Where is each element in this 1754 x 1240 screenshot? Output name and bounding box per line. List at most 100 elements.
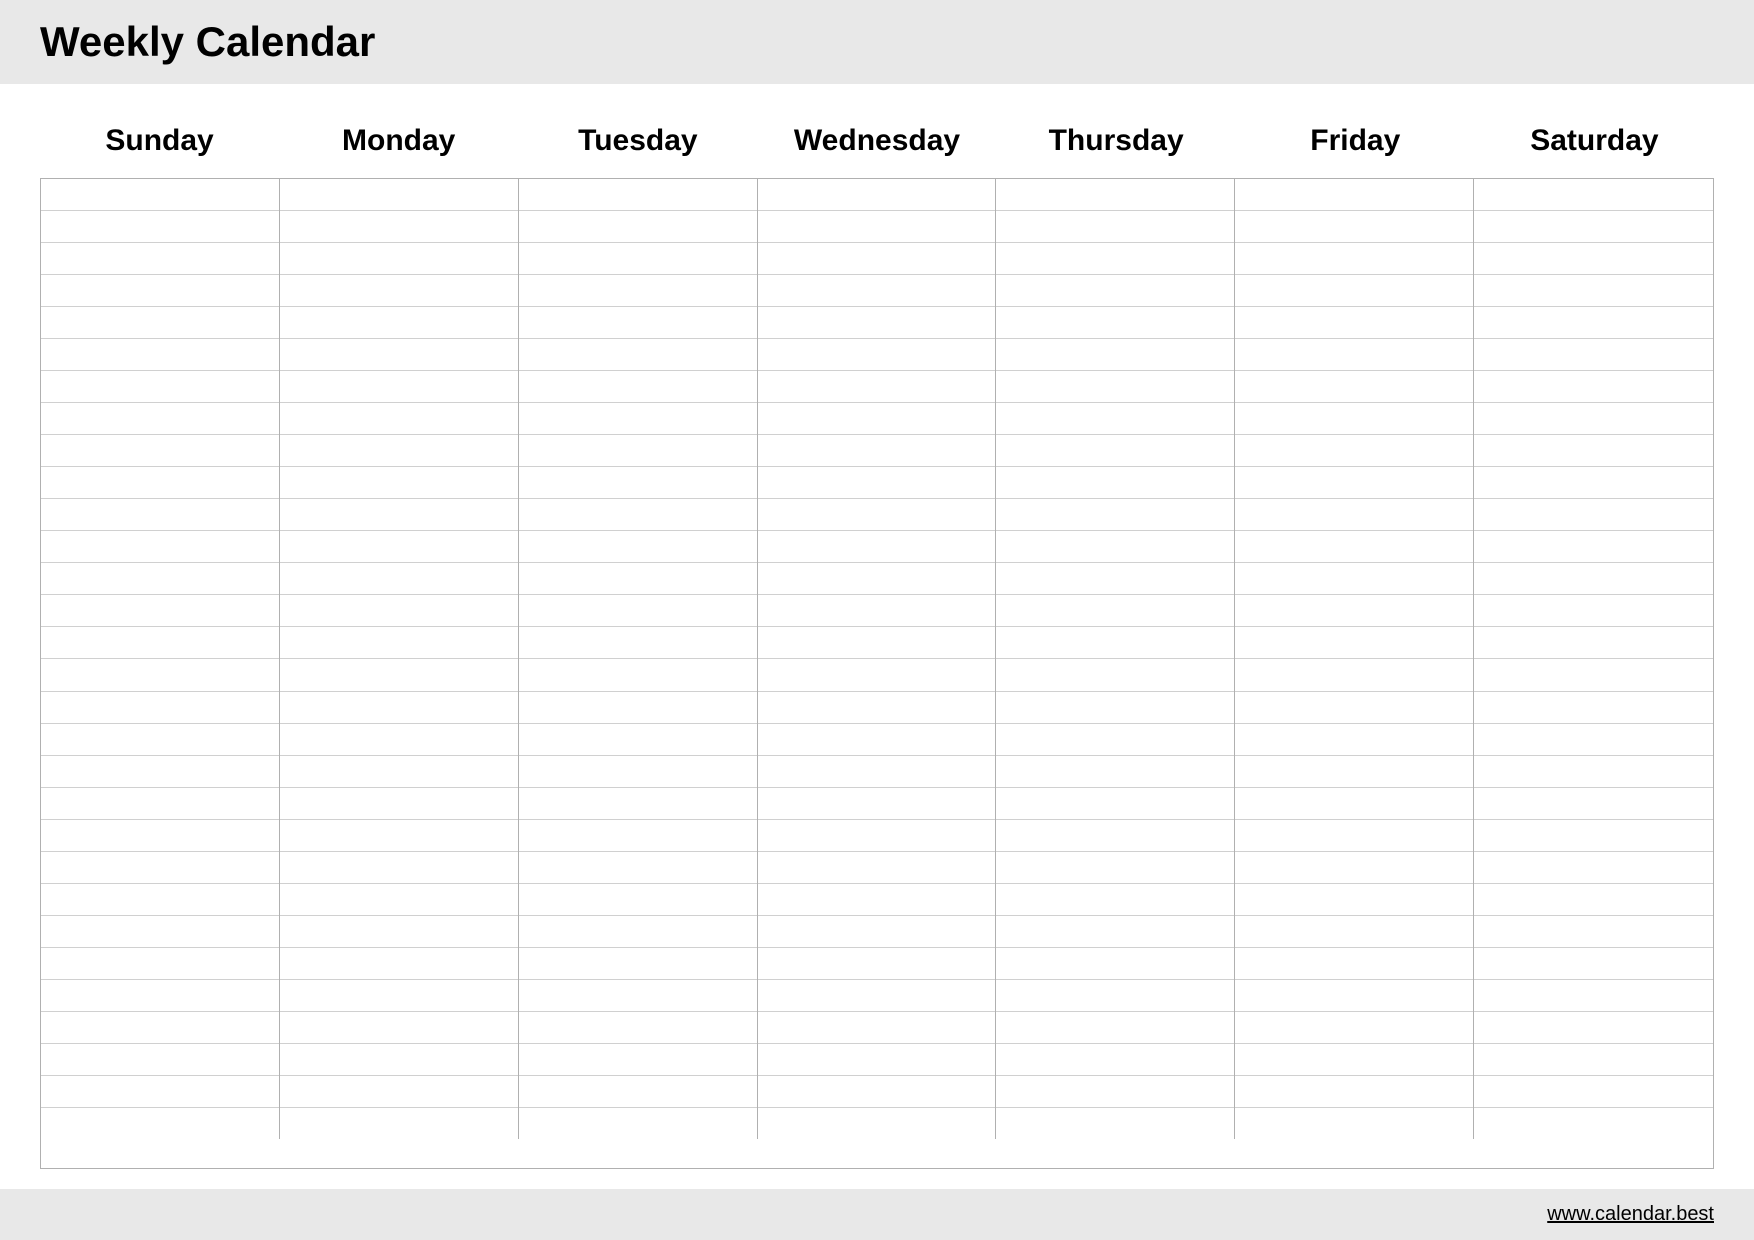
time-row[interactable] — [280, 467, 518, 499]
time-row[interactable] — [758, 403, 996, 435]
time-row[interactable] — [1235, 692, 1473, 724]
time-row[interactable] — [1474, 339, 1713, 371]
time-row[interactable] — [519, 371, 757, 403]
time-row[interactable] — [280, 243, 518, 275]
time-row[interactable] — [996, 756, 1234, 788]
time-row[interactable] — [280, 339, 518, 371]
time-row[interactable] — [1235, 435, 1473, 467]
time-row[interactable] — [1474, 1012, 1713, 1044]
time-row[interactable] — [280, 307, 518, 339]
time-row[interactable] — [1474, 724, 1713, 756]
time-row[interactable] — [280, 531, 518, 563]
time-row[interactable] — [1474, 499, 1713, 531]
time-row[interactable] — [1474, 275, 1713, 307]
time-row[interactable] — [1235, 852, 1473, 884]
time-row[interactable] — [1474, 884, 1713, 916]
time-row[interactable] — [519, 852, 757, 884]
time-row[interactable] — [41, 1044, 279, 1076]
time-row[interactable] — [280, 820, 518, 852]
time-row[interactable] — [41, 499, 279, 531]
time-row[interactable] — [41, 339, 279, 371]
time-row[interactable] — [1235, 1012, 1473, 1044]
time-row[interactable] — [996, 371, 1234, 403]
time-row[interactable] — [1235, 243, 1473, 275]
time-row[interactable] — [41, 659, 279, 691]
time-row[interactable] — [519, 563, 757, 595]
time-row[interactable] — [996, 339, 1234, 371]
time-row[interactable] — [758, 467, 996, 499]
time-row[interactable] — [280, 756, 518, 788]
time-row[interactable] — [1474, 820, 1713, 852]
time-row[interactable] — [280, 403, 518, 435]
time-row[interactable] — [1474, 563, 1713, 595]
time-row[interactable] — [758, 948, 996, 980]
time-row[interactable] — [1235, 627, 1473, 659]
time-row[interactable] — [1235, 724, 1473, 756]
time-row[interactable] — [280, 211, 518, 243]
time-row[interactable] — [758, 1044, 996, 1076]
time-row[interactable] — [519, 724, 757, 756]
time-row[interactable] — [41, 275, 279, 307]
time-row[interactable] — [280, 1108, 518, 1139]
time-row[interactable] — [519, 820, 757, 852]
time-row[interactable] — [41, 563, 279, 595]
time-row[interactable] — [519, 1076, 757, 1108]
time-row[interactable] — [996, 211, 1234, 243]
time-row[interactable] — [1474, 371, 1713, 403]
time-row[interactable] — [1235, 788, 1473, 820]
time-row[interactable] — [1474, 403, 1713, 435]
time-row[interactable] — [996, 307, 1234, 339]
time-row[interactable] — [280, 371, 518, 403]
time-row[interactable] — [1235, 756, 1473, 788]
time-row[interactable] — [996, 403, 1234, 435]
time-row[interactable] — [519, 243, 757, 275]
time-row[interactable] — [280, 1076, 518, 1108]
time-row[interactable] — [41, 211, 279, 243]
time-row[interactable] — [41, 756, 279, 788]
time-row[interactable] — [519, 1044, 757, 1076]
day-column-friday[interactable] — [1235, 179, 1474, 1139]
time-row[interactable] — [519, 211, 757, 243]
time-row[interactable] — [996, 948, 1234, 980]
time-row[interactable] — [758, 595, 996, 627]
time-row[interactable] — [280, 179, 518, 211]
time-row[interactable] — [519, 307, 757, 339]
time-row[interactable] — [996, 852, 1234, 884]
time-row[interactable] — [519, 531, 757, 563]
time-row[interactable] — [758, 211, 996, 243]
time-row[interactable] — [41, 307, 279, 339]
time-row[interactable] — [41, 371, 279, 403]
time-row[interactable] — [41, 1108, 279, 1139]
time-row[interactable] — [41, 724, 279, 756]
time-row[interactable] — [41, 1012, 279, 1044]
time-row[interactable] — [41, 595, 279, 627]
time-row[interactable] — [280, 1012, 518, 1044]
day-column-sunday[interactable] — [41, 179, 280, 1139]
time-row[interactable] — [758, 307, 996, 339]
time-row[interactable] — [41, 627, 279, 659]
time-row[interactable] — [280, 435, 518, 467]
time-row[interactable] — [280, 884, 518, 916]
time-row[interactable] — [1235, 531, 1473, 563]
day-column-monday[interactable] — [280, 179, 519, 1139]
time-row[interactable] — [996, 467, 1234, 499]
time-row[interactable] — [996, 179, 1234, 211]
time-row[interactable] — [519, 1108, 757, 1139]
time-row[interactable] — [758, 692, 996, 724]
time-row[interactable] — [519, 467, 757, 499]
time-row[interactable] — [1235, 884, 1473, 916]
time-row[interactable] — [996, 820, 1234, 852]
time-row[interactable] — [41, 916, 279, 948]
time-row[interactable] — [758, 179, 996, 211]
time-row[interactable] — [1474, 659, 1713, 691]
time-row[interactable] — [519, 884, 757, 916]
time-row[interactable] — [1474, 627, 1713, 659]
time-row[interactable] — [1474, 179, 1713, 211]
time-row[interactable] — [41, 788, 279, 820]
time-row[interactable] — [996, 916, 1234, 948]
time-row[interactable] — [41, 1076, 279, 1108]
time-row[interactable] — [758, 339, 996, 371]
time-row[interactable] — [280, 980, 518, 1012]
time-row[interactable] — [996, 563, 1234, 595]
time-row[interactable] — [996, 595, 1234, 627]
